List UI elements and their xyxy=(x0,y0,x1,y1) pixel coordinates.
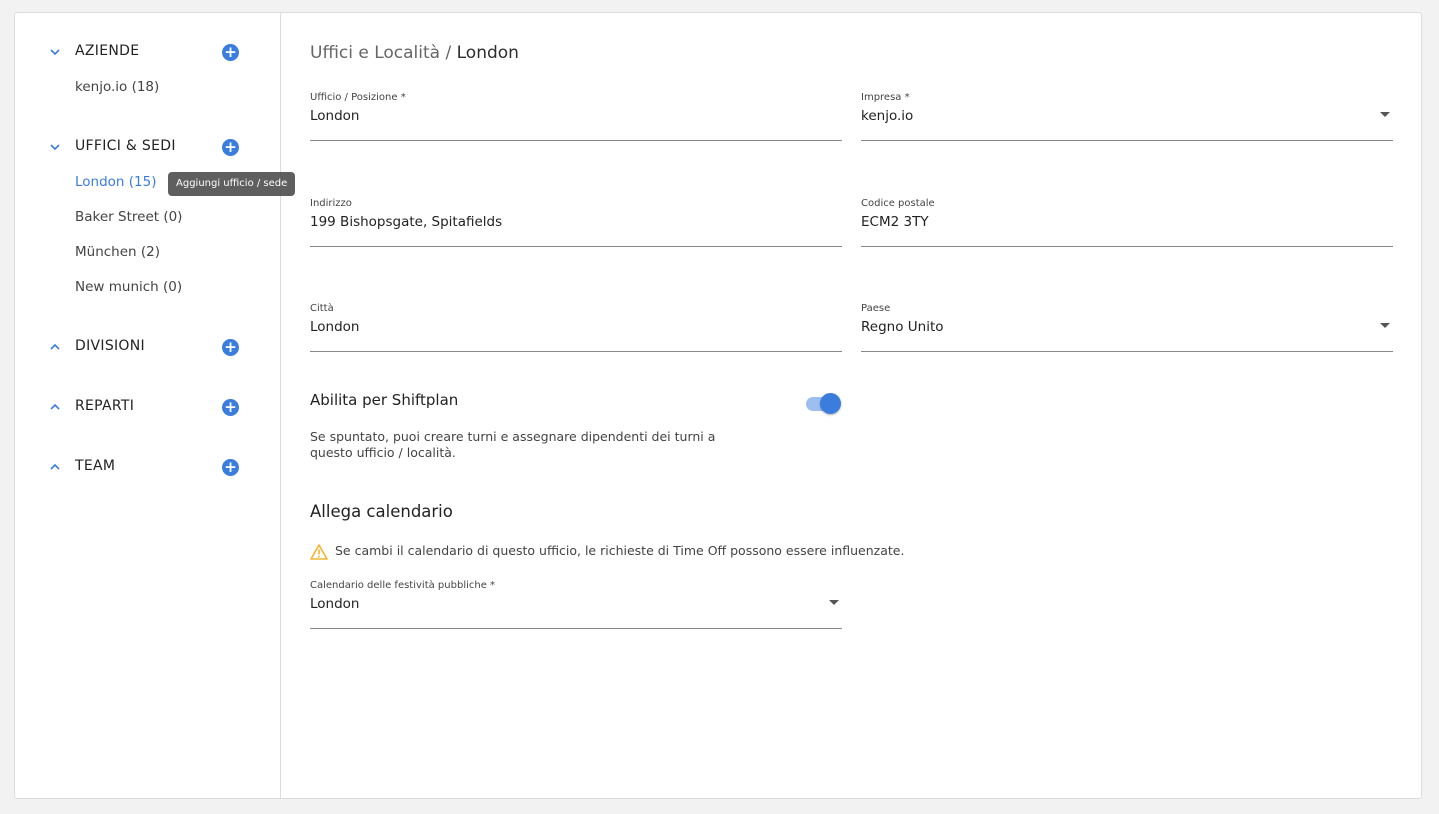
add-office-icon[interactable]: + xyxy=(222,139,239,156)
sidebar-item-company[interactable]: kenjo.io (18) xyxy=(75,79,159,95)
field-label: Città xyxy=(310,303,334,314)
sidebar-item-office[interactable]: New munich (0) xyxy=(75,279,182,295)
field-label: Indirizzo xyxy=(310,198,352,209)
section-offices[interactable]: UFFICI & SEDI + xyxy=(15,136,280,160)
field-label: Ufficio / Posizione * xyxy=(310,92,406,103)
sidebar-item-office[interactable]: London (15) xyxy=(75,174,157,190)
field-label: Codice postale xyxy=(861,198,935,209)
field-value[interactable]: 199 Bishopsgate, Spitafields xyxy=(310,214,502,230)
breadcrumb-parent[interactable]: Uffici e Località / xyxy=(310,43,457,63)
settings-card: AZIENDE + kenjo.io (18) UFFICI & SEDI + … xyxy=(14,12,1422,799)
main-content: Uffici e Località / London Ufficio / Pos… xyxy=(281,13,1421,798)
warning-icon xyxy=(310,544,328,560)
address-field[interactable]: Indirizzo 199 Bishopsgate, Spitafields xyxy=(310,198,842,247)
add-department-icon[interactable]: + xyxy=(222,399,239,416)
chevron-up-icon[interactable] xyxy=(49,341,61,353)
field-value[interactable]: London xyxy=(310,108,360,124)
section-title: REPARTI xyxy=(75,398,135,414)
add-office-tooltip: Aggiungi ufficio / sede xyxy=(168,172,296,196)
field-value[interactable]: ECM2 3TY xyxy=(861,214,929,230)
field-value[interactable]: kenjo.io xyxy=(861,108,913,124)
chevron-up-icon[interactable] xyxy=(49,401,61,413)
shiftplan-label: Abilita per Shiftplan xyxy=(310,391,459,409)
add-division-icon[interactable]: + xyxy=(222,339,239,356)
chevron-down-icon[interactable] xyxy=(49,46,61,58)
holiday-calendar-select[interactable]: Calendario delle festività pubbliche * L… xyxy=(310,580,842,629)
sidebar-item-office[interactable]: München (2) xyxy=(75,244,160,260)
breadcrumb: Uffici e Località / London xyxy=(310,43,519,63)
field-value[interactable]: London xyxy=(310,319,360,335)
field-label: Impresa * xyxy=(861,92,910,103)
section-departments[interactable]: REPARTI + xyxy=(15,396,280,420)
section-team[interactable]: TEAM + xyxy=(15,456,280,480)
chevron-down-icon[interactable] xyxy=(49,141,61,153)
shiftplan-toggle-knob[interactable] xyxy=(820,393,841,414)
calendar-warning-text: Se cambi il calendario di questo ufficio… xyxy=(335,543,905,558)
section-divisions[interactable]: DIVISIONI + xyxy=(15,336,280,360)
country-select[interactable]: Paese Regno Unito xyxy=(861,303,1393,352)
section-aziende[interactable]: AZIENDE + xyxy=(15,41,280,65)
sidebar-item-office[interactable]: Baker Street (0) xyxy=(75,209,182,225)
field-value[interactable]: Regno Unito xyxy=(861,319,944,335)
add-company-icon[interactable]: + xyxy=(222,44,239,61)
city-field[interactable]: Città London xyxy=(310,303,842,352)
field-label: Calendario delle festività pubbliche * xyxy=(310,580,496,591)
section-title: TEAM xyxy=(75,458,116,474)
section-title: AZIENDE xyxy=(75,43,140,59)
section-title: UFFICI & SEDI xyxy=(75,138,176,154)
calendar-section-title: Allega calendario xyxy=(310,502,453,521)
add-team-icon[interactable]: + xyxy=(222,459,239,476)
shiftplan-help-text: Se spuntato, puoi creare turni e assegna… xyxy=(310,429,716,460)
dropdown-arrow-icon[interactable] xyxy=(1380,112,1390,117)
chevron-up-icon[interactable] xyxy=(49,461,61,473)
breadcrumb-current: London xyxy=(456,43,519,63)
company-select[interactable]: Impresa * kenjo.io xyxy=(861,92,1393,141)
field-label: Paese xyxy=(861,303,891,314)
dropdown-arrow-icon[interactable] xyxy=(1380,323,1390,328)
postal-code-field[interactable]: Codice postale ECM2 3TY xyxy=(861,198,1393,247)
office-name-field[interactable]: Ufficio / Posizione * London xyxy=(310,92,842,141)
field-value[interactable]: London xyxy=(310,596,360,612)
sidebar: AZIENDE + kenjo.io (18) UFFICI & SEDI + … xyxy=(15,13,296,798)
dropdown-arrow-icon[interactable] xyxy=(829,600,839,605)
section-title: DIVISIONI xyxy=(75,338,145,354)
